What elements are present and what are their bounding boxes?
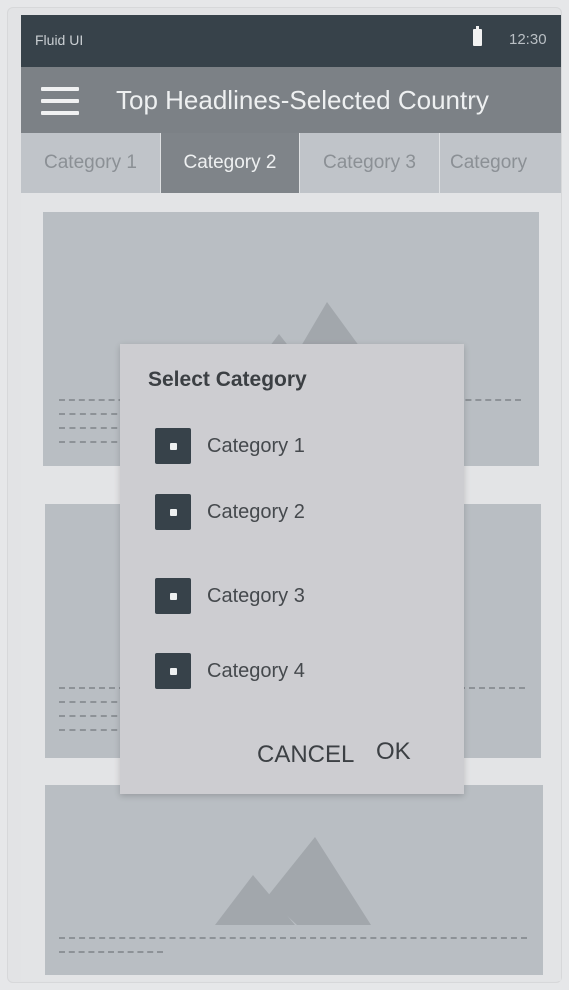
cancel-button[interactable]: CANCEL: [257, 741, 354, 769]
dialog-title: Select Category: [148, 368, 307, 391]
option-category-2[interactable]: Category 2: [155, 492, 435, 532]
select-category-dialog: Select Category Category 1 Category 2 Ca…: [120, 344, 464, 794]
checkbox[interactable]: [155, 428, 191, 464]
option-label: Category 2: [207, 501, 305, 523]
option-category-1[interactable]: Category 1: [155, 426, 435, 466]
option-label: Category 3: [207, 585, 305, 607]
ok-button[interactable]: OK: [376, 738, 411, 766]
checkbox[interactable]: [155, 578, 191, 614]
checkbox[interactable]: [155, 494, 191, 530]
option-category-3[interactable]: Category 3: [155, 576, 435, 616]
checkbox[interactable]: [155, 653, 191, 689]
device-frame: Fluid UI 12:30 Top Headlines-Selected Co…: [7, 7, 562, 983]
option-label: Category 4: [207, 660, 305, 682]
option-label: Category 1: [207, 435, 305, 457]
option-category-4[interactable]: Category 4: [155, 651, 435, 691]
screen: Fluid UI 12:30 Top Headlines-Selected Co…: [21, 15, 561, 981]
